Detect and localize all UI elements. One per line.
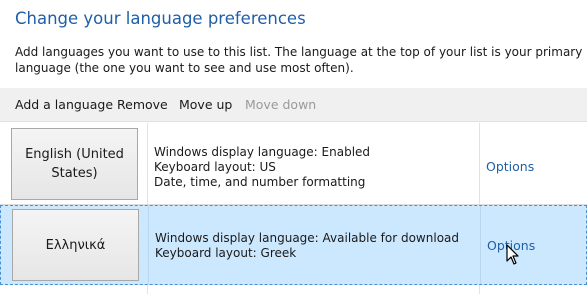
language-row-english[interactable]: English (United States) Windows display … bbox=[0, 123, 587, 205]
column-divider bbox=[480, 206, 481, 284]
language-tile[interactable]: English (United States) bbox=[11, 128, 138, 200]
move-up-button[interactable]: Move up bbox=[179, 97, 232, 112]
remove-button[interactable]: Remove bbox=[117, 97, 168, 112]
list-spacer bbox=[0, 285, 587, 294]
language-details: Windows display language: Available for … bbox=[155, 231, 459, 261]
column-divider bbox=[479, 285, 480, 294]
keyboard-layout: Keyboard layout: US bbox=[154, 160, 276, 174]
add-language-button[interactable]: Add a language bbox=[15, 97, 113, 112]
mouse-pointer-icon bbox=[506, 244, 519, 265]
keyboard-layout: Keyboard layout: Greek bbox=[155, 246, 297, 260]
language-details: Windows display language: Enabled Keyboa… bbox=[154, 145, 370, 190]
column-divider bbox=[147, 285, 148, 294]
description-text: Add languages you want to use to this li… bbox=[15, 45, 583, 75]
move-down-button[interactable]: Move down bbox=[245, 97, 316, 112]
options-link[interactable]: Options bbox=[486, 159, 534, 174]
display-language-status: Windows display language: Available for … bbox=[155, 231, 460, 245]
column-divider bbox=[147, 123, 148, 204]
language-toolbar: Add a language Remove Move up Move down bbox=[0, 88, 587, 122]
language-row-greek[interactable]: Ελληνικά Windows display language: Avail… bbox=[0, 205, 587, 285]
column-divider bbox=[148, 206, 149, 284]
language-tile[interactable]: Ελληνικά bbox=[12, 209, 139, 281]
page-title: Change your language preferences bbox=[15, 9, 306, 28]
column-divider bbox=[479, 123, 480, 204]
display-language-status: Windows display language: Enabled bbox=[154, 145, 371, 159]
formatting-status: Date, time, and number formatting bbox=[154, 175, 366, 189]
